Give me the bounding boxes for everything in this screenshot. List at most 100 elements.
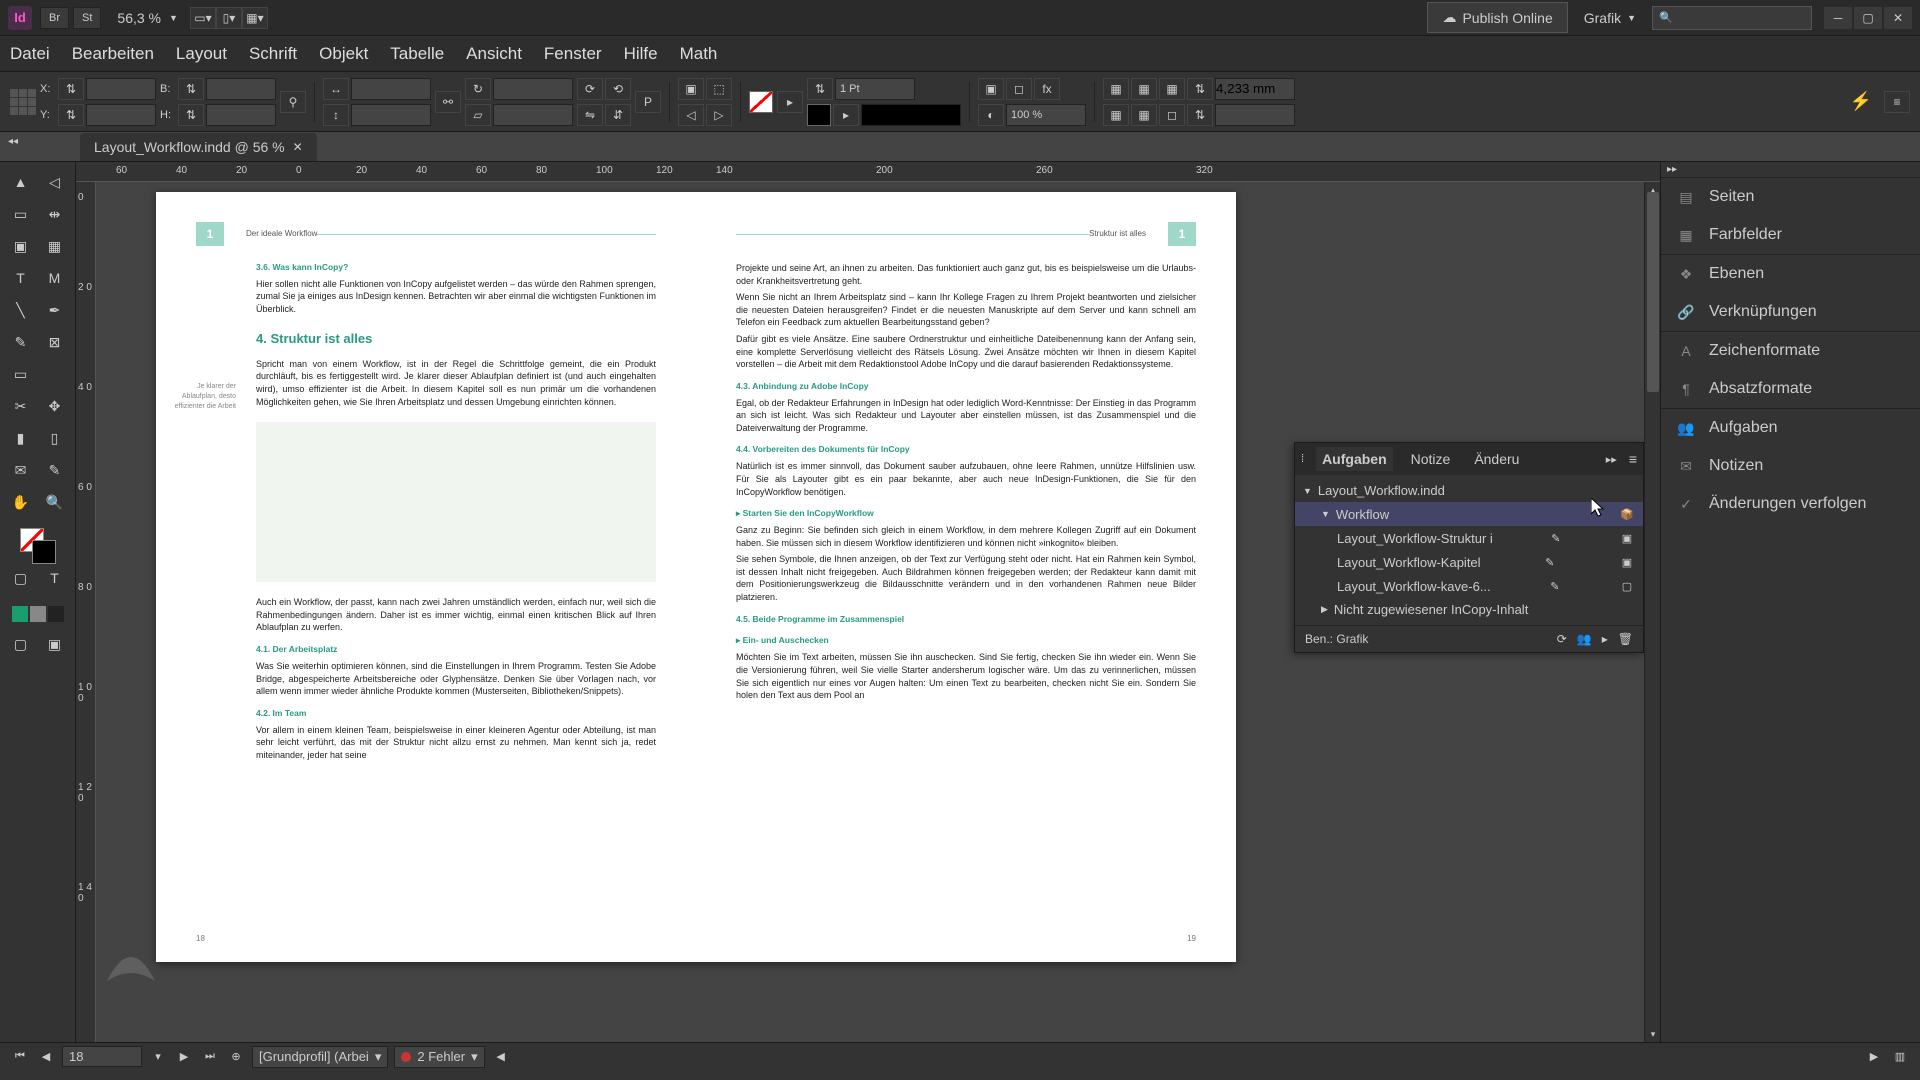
flip-h-icon[interactable]: ⇋	[577, 104, 603, 126]
scroll-thumb[interactable]	[1647, 192, 1659, 392]
panel-verknuepfungen[interactable]: 🔗Verknüpfungen	[1661, 293, 1920, 331]
stroke-weight-stepper[interactable]: ⇅	[807, 78, 833, 100]
panel-zeichenformate[interactable]: AZeichenformate	[1661, 332, 1920, 370]
ellipse-tool[interactable]	[40, 360, 70, 388]
split-view-icon[interactable]: ▥	[1890, 1047, 1910, 1067]
panel-unassigned-row[interactable]: ▶ Nicht zugewiesener InCopy-Inhalt	[1295, 598, 1643, 621]
page-dropdown-icon[interactable]: ▾	[148, 1047, 168, 1067]
page-left[interactable]: 1 Der ideale Workflow 3.6. Was kann InCo…	[156, 192, 696, 962]
quick-apply-icon[interactable]: ⚡	[1850, 91, 1872, 112]
hand-tool[interactable]: ✋	[6, 488, 36, 516]
scale-x-icon[interactable]: ↔	[323, 78, 349, 100]
prev-page-button[interactable]: ◀	[36, 1047, 56, 1067]
formatting-container-icon[interactable]: ▢	[6, 564, 36, 592]
pencil-tool[interactable]: ✎	[6, 328, 36, 356]
stroke-weight-dd[interactable]: 1 Pt	[835, 78, 915, 100]
panel-farbfelder[interactable]: ▦Farbfelder	[1661, 216, 1920, 254]
apply-color-icon[interactable]	[12, 606, 28, 622]
menu-hilfe[interactable]: Hilfe	[624, 44, 658, 64]
stepper-icon[interactable]: ⇅	[58, 78, 84, 100]
scroll-down-icon[interactable]: ▾	[1645, 1026, 1661, 1042]
next-page-button[interactable]: ▶	[174, 1047, 194, 1067]
tab-notizen[interactable]: Notize	[1405, 447, 1457, 471]
stepper-icon[interactable]: ⇅	[178, 78, 204, 100]
open-nav-icon[interactable]: ⊕	[226, 1047, 246, 1067]
panel-absatzformate[interactable]: ¶Absatzformate	[1661, 370, 1920, 408]
goto-icon[interactable]: ▸	[1602, 632, 1608, 646]
panel-story-row[interactable]: Layout_Workflow-Struktur i ✎▣	[1295, 526, 1643, 550]
selection-tool[interactable]: ▲	[6, 168, 36, 196]
x-input[interactable]	[86, 78, 156, 100]
fill-arrow-icon[interactable]: ▸	[777, 91, 803, 113]
menu-bearbeiten[interactable]: Bearbeiten	[72, 44, 154, 64]
flip-v-icon[interactable]: ⇵	[605, 104, 631, 126]
fill-stroke-box[interactable]	[20, 528, 56, 564]
scale-y-icon[interactable]: ↕	[323, 104, 349, 126]
close-tab-icon[interactable]: ✕	[293, 140, 303, 154]
gap-tool[interactable]: ⇹	[40, 200, 70, 228]
arrange-icon[interactable]: ▦▾	[242, 7, 268, 29]
content-select-icon[interactable]: ⬚	[706, 78, 732, 100]
view-options-icon[interactable]: ▭▾	[190, 7, 216, 29]
scissors-tool[interactable]: ✂	[6, 392, 36, 420]
scale-x-dd[interactable]	[351, 78, 431, 100]
story-button[interactable]: St	[73, 7, 101, 29]
wrap-shape-icon[interactable]: ▦	[1159, 78, 1185, 100]
page-spread[interactable]: 1 Der ideale Workflow 3.6. Was kann InCo…	[156, 192, 1236, 962]
panel-grip-icon[interactable]: ⁞	[1301, 453, 1304, 465]
edit-icon[interactable]: ✎	[1547, 578, 1563, 594]
panel-notizen[interactable]: ✉Notizen	[1661, 447, 1920, 485]
delete-icon[interactable]: 🗑	[1618, 632, 1633, 646]
transform-tool[interactable]: ✥	[40, 392, 70, 420]
menu-schrift[interactable]: Schrift	[249, 44, 297, 64]
panel-aenderungen[interactable]: ✓Änderungen verfolgen	[1661, 485, 1920, 523]
wrap-next-icon[interactable]: ▦	[1131, 104, 1157, 126]
corner-dd[interactable]	[1215, 104, 1295, 126]
apply-gradient-icon[interactable]	[30, 606, 46, 622]
y-input[interactable]	[86, 104, 156, 126]
h-input[interactable]	[206, 104, 276, 126]
preflight-errors[interactable]: 2 Fehler▾	[394, 1046, 484, 1068]
wrap-jump-icon[interactable]: ▦	[1103, 104, 1129, 126]
menu-objekt[interactable]: Objekt	[319, 44, 368, 64]
horizontal-ruler[interactable]: 60 40 20 0 20 40 60 80 100 120 140 200 2…	[76, 162, 1660, 182]
stroke-style-dd[interactable]	[861, 104, 961, 126]
preflight-profile-dd[interactable]: [Grundprofil] (Arbei▾	[252, 1046, 388, 1068]
zoom-level[interactable]: 56,3 % ▼	[117, 10, 178, 26]
close-button[interactable]: ✕	[1884, 7, 1912, 29]
panel-story-row[interactable]: Layout_Workflow-kave-6... ✎▢	[1295, 574, 1643, 598]
assignments-panel[interactable]: ⁞ Aufgaben Notize Änderu ▸▸ ≡ ▼ Layout_W…	[1294, 442, 1644, 653]
disclosure-triangle-icon[interactable]: ▼	[1303, 486, 1312, 496]
image-frame[interactable]	[256, 422, 656, 582]
minimize-button[interactable]: ─	[1824, 7, 1852, 29]
normal-view-icon[interactable]: ▢	[6, 630, 36, 658]
formatting-text-icon[interactable]: T	[40, 564, 70, 592]
note-tool[interactable]: ✉	[6, 456, 36, 484]
last-page-button[interactable]: ⏭	[200, 1047, 220, 1067]
zoom-tool[interactable]: 🔍	[40, 488, 70, 516]
shear-dd[interactable]	[493, 104, 573, 126]
edit-icon[interactable]: ✎	[1548, 530, 1564, 546]
panel-ebenen[interactable]: ❖Ebenen	[1661, 255, 1920, 293]
stepper-icon[interactable]: ⇅	[178, 104, 204, 126]
pen-tool[interactable]: ✒	[40, 296, 70, 324]
disclosure-triangle-icon[interactable]: ▶	[1321, 604, 1328, 615]
tab-aufgaben[interactable]: Aufgaben	[1316, 447, 1393, 471]
screen-mode-icon[interactable]: ▯▾	[216, 7, 242, 29]
reference-point-grid[interactable]	[10, 89, 36, 115]
container-select-icon[interactable]: ▣	[678, 78, 704, 100]
new-assignment-icon[interactable]: 👥	[1577, 632, 1592, 646]
stroke-color[interactable]	[32, 540, 56, 564]
page-input[interactable]: 18	[62, 1046, 142, 1067]
frame-fit-icon[interactable]: ◻	[1006, 78, 1032, 100]
scale-y-dd[interactable]	[351, 104, 431, 126]
update-icon[interactable]: ⟳	[1557, 632, 1567, 646]
fx-icon[interactable]: fx	[1034, 78, 1060, 100]
tab-aenderungen[interactable]: Änderu	[1468, 447, 1525, 471]
rotate-ccw-icon[interactable]: ⟲	[605, 78, 631, 100]
vertical-scrollbar[interactable]: ▴ ▾	[1644, 182, 1660, 1042]
type-path-tool[interactable]: М	[40, 264, 70, 292]
menu-datei[interactable]: Datei	[10, 44, 50, 64]
collapse-arrow-icon[interactable]: ◂◂	[8, 136, 18, 147]
panel-menu-icon[interactable]: ≡	[1884, 91, 1910, 113]
